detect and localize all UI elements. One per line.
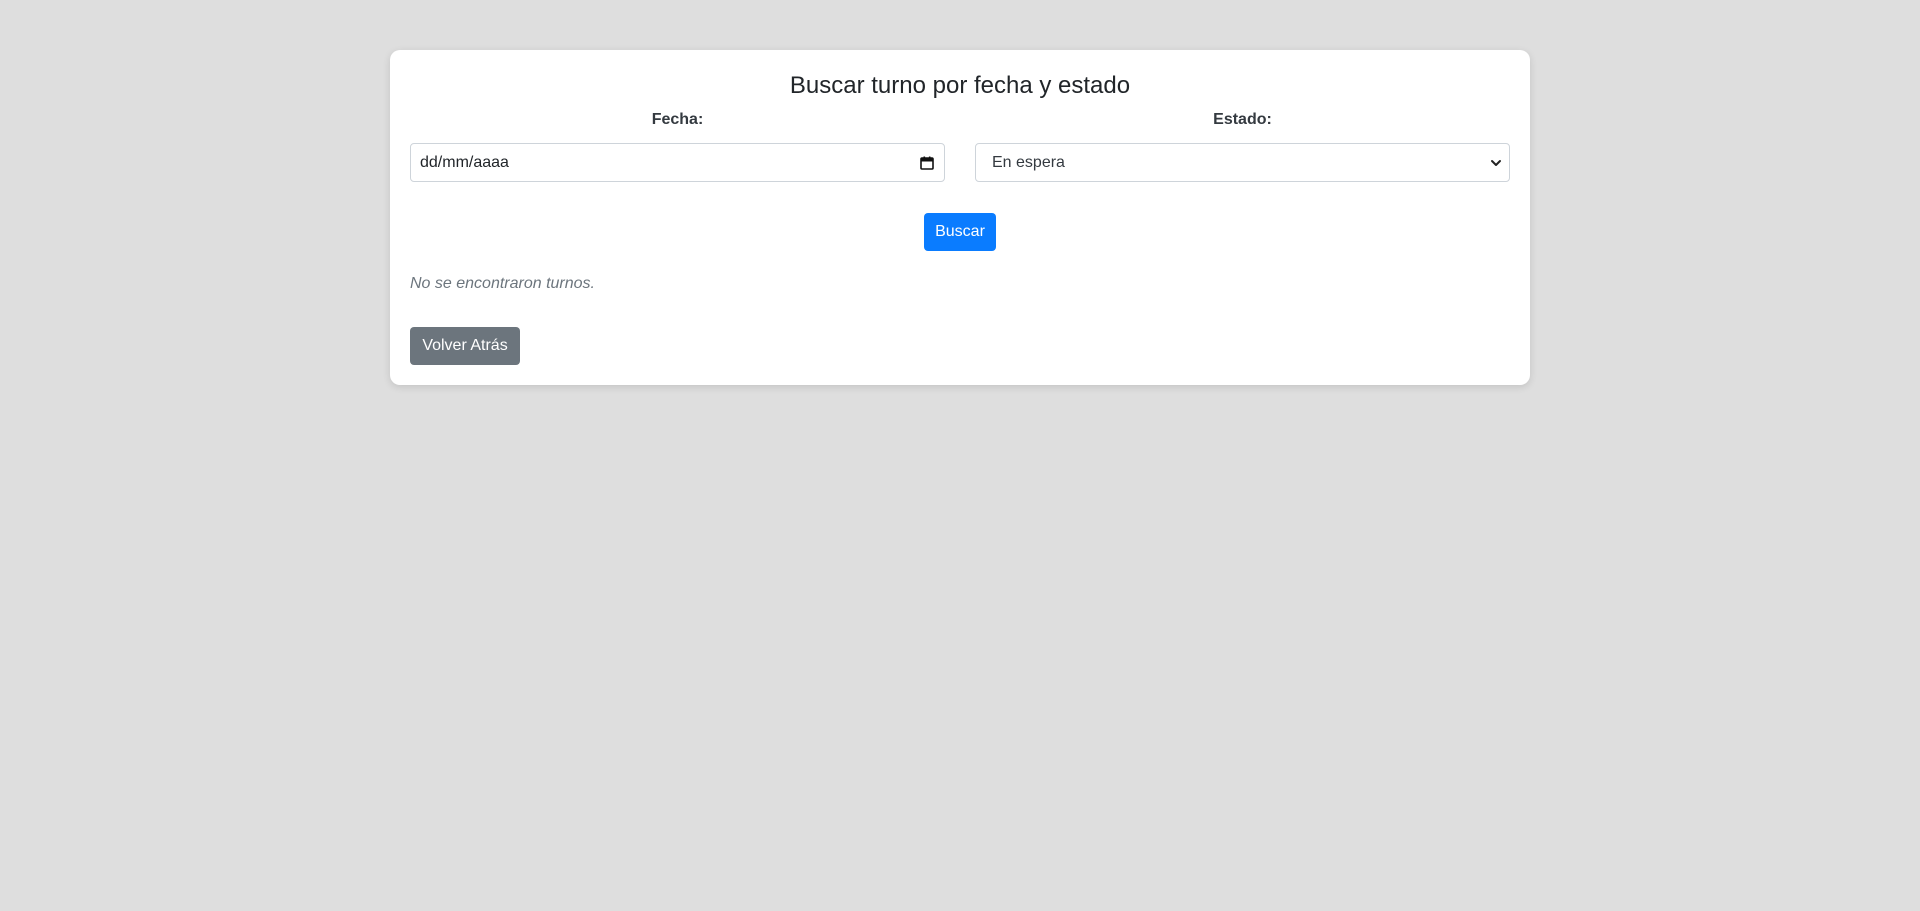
fecha-label: Fecha: (651, 111, 704, 128)
fecha-placeholder: dd/mm/aaaa (420, 153, 509, 171)
back-button[interactable]: Volver Atrás (410, 327, 520, 365)
search-card: Buscar turno por fecha y estado Fecha: d… (390, 50, 1530, 385)
chevron-down-icon (1489, 156, 1503, 170)
fecha-date-input[interactable]: dd/mm/aaaa (410, 143, 945, 182)
page-title: Buscar turno por fecha y estado (789, 72, 1131, 99)
estado-selected-value: En espera (992, 153, 1065, 171)
search-button[interactable]: Buscar (924, 213, 996, 251)
estado-select[interactable]: En espera (975, 143, 1510, 182)
estado-field: Estado: En espera (975, 109, 1510, 182)
calendar-icon[interactable] (920, 156, 934, 170)
empty-results-message: No se encontraron turnos. (410, 275, 595, 292)
estado-label: Estado: (1213, 111, 1272, 128)
fecha-field: Fecha: dd/mm/aaaa (410, 109, 945, 182)
